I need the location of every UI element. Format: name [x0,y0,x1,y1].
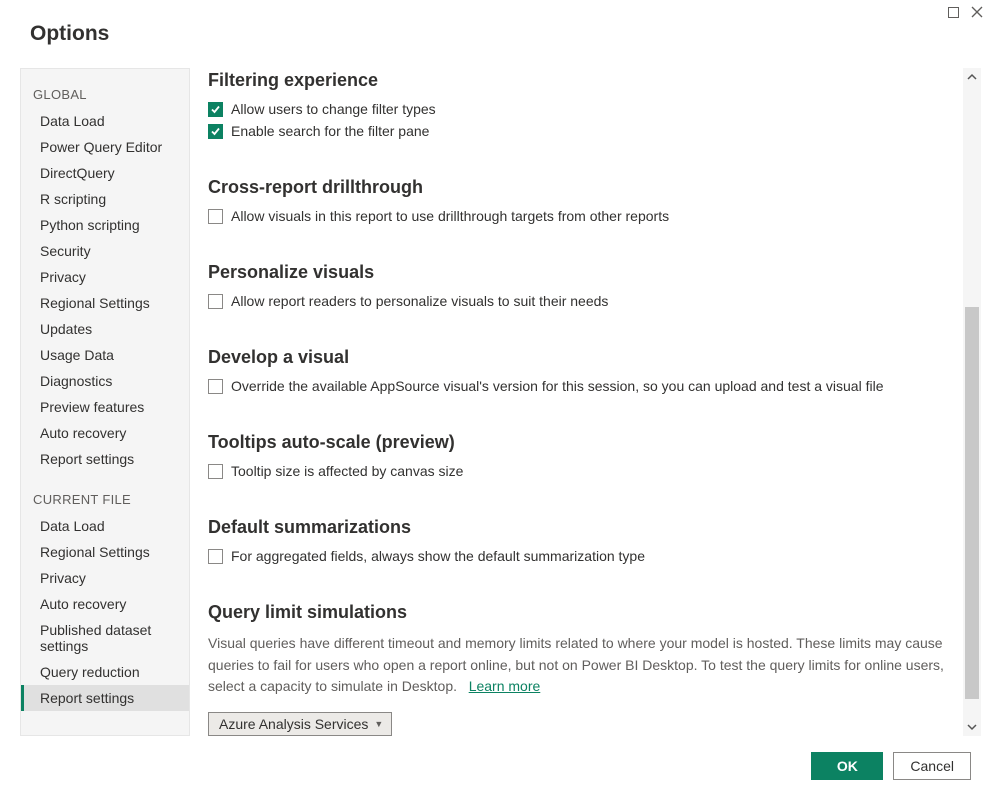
sidebar-item-data-load[interactable]: Data Load [21,108,189,134]
querylimit-desc-text: Visual queries have different timeout an… [208,635,944,694]
sidebar-item-published-dataset-settings[interactable]: Published dataset settings [21,617,189,659]
label-develop: Override the available AppSource visual'… [231,378,883,394]
checkbox-filter-search[interactable] [208,124,223,139]
section-heading-tooltips: Tooltips auto-scale (preview) [208,432,951,453]
capacity-dropdown[interactable]: Azure Analysis Services ▼ [208,712,392,736]
content-pane: Filtering experience Allow users to chan… [208,68,957,736]
sidebar-item-power-query-editor[interactable]: Power Query Editor [21,134,189,160]
maximize-button[interactable] [941,2,965,22]
section-heading-personalize: Personalize visuals [208,262,951,283]
sidebar-item-query-reduction[interactable]: Query reduction [21,659,189,685]
sidebar-item-updates[interactable]: Updates [21,316,189,342]
sidebar-item-data-load[interactable]: Data Load [21,513,189,539]
label-filter-types: Allow users to change filter types [231,101,436,117]
sidebar-item-privacy[interactable]: Privacy [21,264,189,290]
label-filter-search: Enable search for the filter pane [231,123,429,139]
checkbox-develop[interactable] [208,379,223,394]
scrollbar-thumb[interactable] [965,307,979,699]
checkbox-crossreport[interactable] [208,209,223,224]
label-crossreport: Allow visuals in this report to use dril… [231,208,669,224]
scrollbar-track[interactable] [963,86,981,718]
checkbox-personalize[interactable] [208,294,223,309]
section-heading-crossreport: Cross-report drillthrough [208,177,951,198]
sidebar-item-security[interactable]: Security [21,238,189,264]
cancel-button[interactable]: Cancel [893,752,971,780]
ok-button[interactable]: OK [811,752,883,780]
sidebar-item-report-settings[interactable]: Report settings [21,685,189,711]
checkbox-filter-types[interactable] [208,102,223,117]
close-button[interactable] [965,2,989,22]
sidebar-item-directquery[interactable]: DirectQuery [21,160,189,186]
learn-more-link[interactable]: Learn more [469,678,541,694]
sidebar-header-global: GLOBAL [21,79,189,108]
checkbox-defaultsum[interactable] [208,549,223,564]
section-heading-querylimit: Query limit simulations [208,602,951,623]
label-defaultsum: For aggregated fields, always show the d… [231,548,645,564]
querylimit-description: Visual queries have different timeout an… [208,633,951,698]
sidebar-item-preview-features[interactable]: Preview features [21,394,189,420]
section-heading-defaultsum: Default summarizations [208,517,951,538]
sidebar-item-auto-recovery[interactable]: Auto recovery [21,591,189,617]
section-heading-filtering: Filtering experience [208,70,951,91]
capacity-dropdown-value: Azure Analysis Services [219,716,368,732]
sidebar-item-regional-settings[interactable]: Regional Settings [21,290,189,316]
chevron-down-icon: ▼ [374,719,383,729]
content-scrollbar[interactable] [963,68,981,736]
sidebar: GLOBAL Data LoadPower Query EditorDirect… [20,68,190,736]
label-personalize: Allow report readers to personalize visu… [231,293,608,309]
scroll-down-arrow-icon[interactable] [963,718,981,736]
checkbox-tooltips[interactable] [208,464,223,479]
sidebar-item-r-scripting[interactable]: R scripting [21,186,189,212]
scroll-up-arrow-icon[interactable] [963,68,981,86]
sidebar-item-regional-settings[interactable]: Regional Settings [21,539,189,565]
sidebar-item-diagnostics[interactable]: Diagnostics [21,368,189,394]
section-heading-develop: Develop a visual [208,347,951,368]
sidebar-item-usage-data[interactable]: Usage Data [21,342,189,368]
sidebar-item-privacy[interactable]: Privacy [21,565,189,591]
sidebar-item-auto-recovery[interactable]: Auto recovery [21,420,189,446]
dialog-title: Options [0,0,995,46]
sidebar-item-python-scripting[interactable]: Python scripting [21,212,189,238]
sidebar-header-current: CURRENT FILE [21,484,189,513]
label-tooltips: Tooltip size is affected by canvas size [231,463,463,479]
sidebar-item-report-settings[interactable]: Report settings [21,446,189,472]
